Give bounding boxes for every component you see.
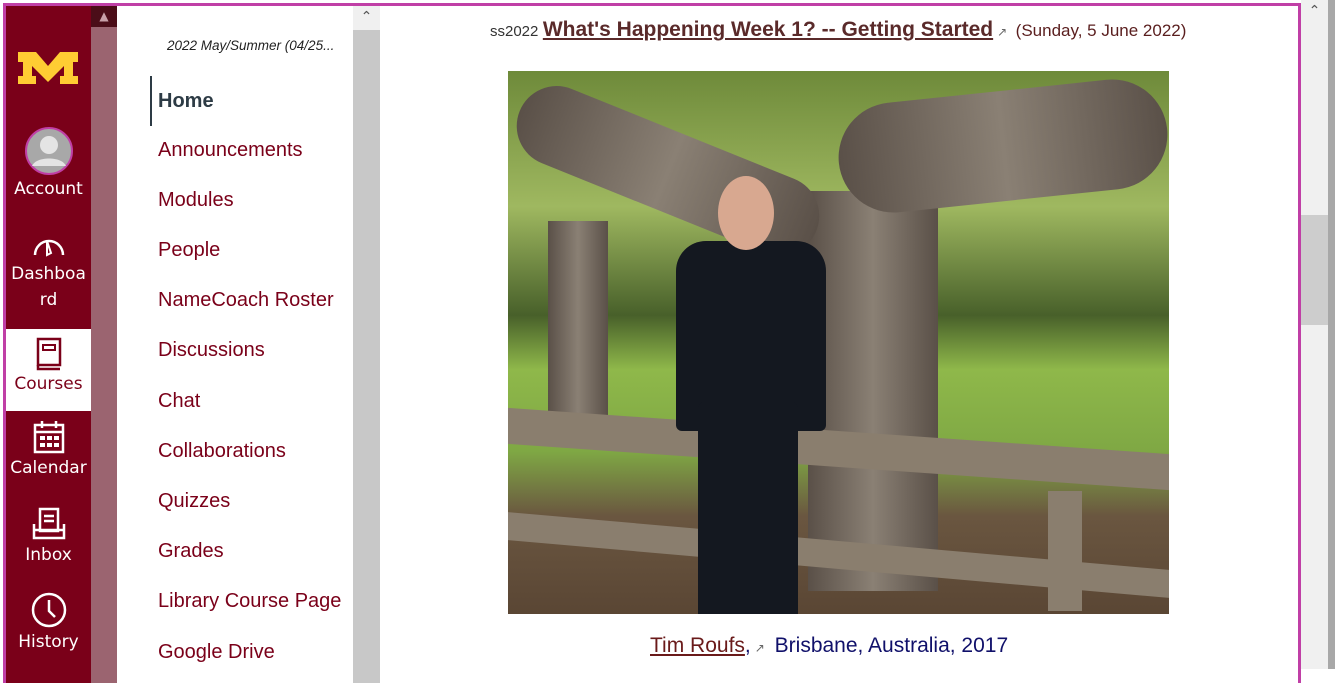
nav-history[interactable]: History [6,591,91,655]
course-nav-announcements[interactable]: Announcements [158,139,303,162]
nav-label: Dashboard [11,264,86,310]
course-nav-grades[interactable]: Grades [158,540,224,563]
scrollbar-thumb[interactable] [1301,215,1328,325]
external-link-icon: ↗ [997,25,1008,39]
nav-calendar[interactable]: Calendar [6,419,91,481]
calendar-icon [33,421,64,454]
nav-inbox[interactable]: Inbox [6,506,91,568]
courses-icon [36,337,61,371]
nav-label: Account [14,179,83,199]
course-nav-quizzes[interactable]: Quizzes [158,490,230,513]
course-nav-google-drive[interactable]: Google Drive [158,641,275,664]
course-nav-collaborations[interactable]: Collaborations [158,440,286,463]
nav-label: Calendar [10,458,87,478]
global-nav-scrollbar[interactable]: ▲ [91,6,117,683]
nav-courses[interactable]: Courses [6,329,91,411]
course-nav-discussions[interactable]: Discussions [158,339,265,362]
course-nav-modules[interactable]: Modules [158,189,234,212]
photo-caption: Tim Roufs, ↗ Brisbane, Australia, 2017 [650,634,1008,658]
inbox-icon [32,507,65,540]
course-nav-home[interactable]: Home [150,76,214,126]
page-heading: ss2022 What's Happening Week 1? -- Getti… [490,18,1186,42]
clock-icon [31,592,66,628]
nav-label: Courses [14,374,83,394]
window-edge [1328,0,1335,669]
umn-logo[interactable] [16,44,80,86]
photo-tim-roufs-brisbane [508,71,1169,614]
course-nav-people[interactable]: People [158,239,220,262]
avatar-icon [24,127,73,175]
external-link-icon: ↗ [754,641,765,655]
course-navigation: 2022 May/Summer (04/25... Home Announcem… [117,6,353,683]
nav-account[interactable]: Account [6,126,91,202]
scroll-up-arrow-icon[interactable]: ⌃ [1301,0,1328,24]
nav-dashboard[interactable]: Dashboard [6,231,91,313]
page-title-link[interactable]: What's Happening Week 1? -- Getting Star… [543,18,993,41]
course-nav-namecoach-roster[interactable]: NameCoach Roster [158,289,334,312]
dashboard-icon [33,239,64,257]
course-nav-library-course-page[interactable]: Library Course Page [158,590,341,613]
scroll-up-arrow-icon[interactable]: ▲ [91,6,117,27]
nav-label: History [18,632,79,652]
course-nav-chat[interactable]: Chat [158,390,200,413]
main-content: ss2022 What's Happening Week 1? -- Getti… [380,6,1298,683]
term-tag: ss2022 [490,23,539,40]
caption-separator: , [744,634,751,657]
page-scrollbar[interactable]: ⌃ [1301,0,1328,669]
canvas-window: Account Dashboard Courses Calendar Inbox… [3,3,1301,683]
global-navigation: Account Dashboard Courses Calendar Inbox… [6,6,91,683]
scroll-up-arrow-icon[interactable]: ⌃ [353,6,380,30]
page-date: (Sunday, 5 June 2022) [1015,21,1187,40]
term-label: 2022 May/Summer (04/25... [167,38,335,53]
caption-text: Brisbane, Australia, 2017 [774,634,1009,657]
nav-label: Inbox [25,545,72,565]
caption-link[interactable]: Tim Roufs [650,634,745,657]
course-nav-scrollbar[interactable]: ⌃ [353,6,380,683]
